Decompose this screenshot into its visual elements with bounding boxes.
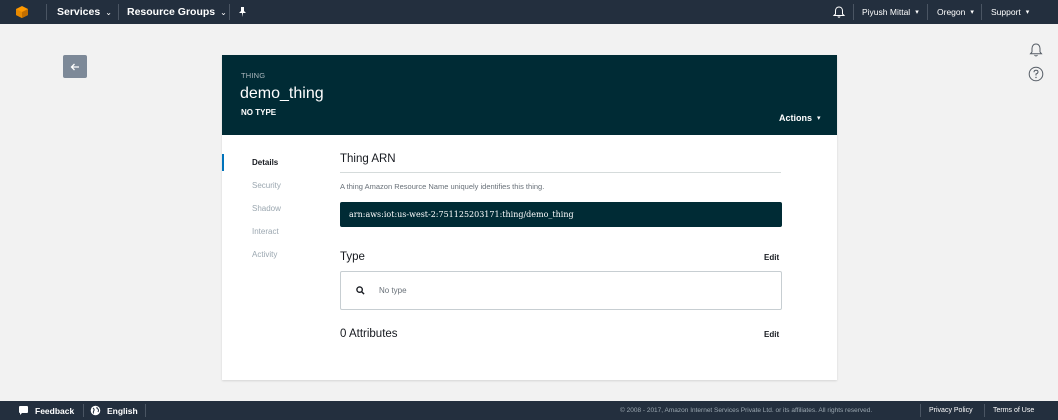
resource-groups-menu[interactable]: Resource Groups ⌄ [127,0,227,24]
arn-value-box[interactable]: arn:aws:iot:us-west-2:751125203171:thing… [340,202,782,227]
top-navigation-bar: Services ⌄ Resource Groups ⌄ Piyush Mitt… [0,0,1058,24]
chevron-down-icon: ⌄ [220,7,227,17]
user-menu[interactable]: Piyush Mittal ▾ [862,0,919,24]
chevron-down-icon: ⌄ [105,7,112,17]
footer-divider [83,404,84,417]
resource-groups-label: Resource Groups [127,6,216,18]
tab-label: Shadow [252,204,281,213]
back-button[interactable] [63,55,87,78]
services-label: Services [57,6,101,18]
thing-detail-card: THING demo_thing NO TYPE Actions ▾ Detai… [222,55,837,380]
services-menu[interactable]: Services ⌄ [57,0,112,24]
terms-of-use-link[interactable]: Terms of Use [993,401,1034,420]
actions-button[interactable]: Actions ▾ [779,113,821,123]
search-icon [356,286,365,295]
footer-divider [145,404,146,417]
bell-icon[interactable] [832,5,846,19]
chevron-down-icon: ▾ [970,9,974,16]
feedback-button[interactable]: Feedback [18,401,74,420]
nav-divider [853,4,854,20]
attributes-edit-link[interactable]: Edit [764,330,779,339]
attributes-section-title: 0 Attributes [340,328,398,340]
footer-divider [984,404,985,417]
user-label: Piyush Mittal [862,7,911,17]
chevron-down-icon: ▾ [1025,9,1030,16]
support-menu[interactable]: Support ▾ [991,0,1029,24]
tab-details[interactable]: Details [222,151,322,174]
arn-section-title: Thing ARN [340,153,396,165]
support-label: Support [991,7,1021,17]
type-field[interactable]: No type [340,271,782,310]
tab-label: Interact [252,227,279,236]
thing-type-label: NO TYPE [241,108,277,117]
tab-interact[interactable]: Interact [222,220,322,243]
type-value: No type [379,286,407,295]
bell-icon[interactable] [1029,42,1043,58]
tab-activity[interactable]: Activity [222,243,322,266]
nav-divider [981,4,982,20]
globe-icon [90,405,101,416]
help-icon[interactable] [1028,66,1044,82]
tab-label: Details [252,158,279,167]
chevron-down-icon: ▾ [817,115,821,122]
arrow-left-icon [70,63,79,70]
thing-header: THING demo_thing NO TYPE Actions ▾ [222,55,837,135]
tab-label: Security [252,181,281,190]
nav-divider [927,4,928,20]
region-menu[interactable]: Oregon ▾ [937,0,974,24]
type-section-title: Type [340,251,365,263]
privacy-policy-link[interactable]: Privacy Policy [929,401,973,420]
actions-label: Actions [779,113,813,123]
pin-icon[interactable] [238,0,247,24]
tab-security[interactable]: Security [222,174,322,197]
nav-divider [46,4,47,20]
arn-description: A thing Amazon Resource Name uniquely id… [340,182,545,191]
english-label: English [107,405,138,416]
resource-kind-label: THING [241,71,266,80]
language-button[interactable]: English [90,401,138,420]
detail-tabs: Details Security Shadow Interact Activit… [222,151,322,266]
page-title: demo_thing [240,85,324,102]
tab-shadow[interactable]: Shadow [222,197,322,220]
arn-value: arn:aws:iot:us-west-2:751125203171:thing… [349,210,574,219]
speech-bubble-icon [19,406,28,415]
tab-label: Activity [252,250,278,259]
type-edit-link[interactable]: Edit [764,253,779,262]
feedback-label: Feedback [35,405,75,416]
copyright-text: © 2008 - 2017, Amazon Internet Services … [620,407,873,414]
nav-divider [118,4,119,20]
footer-divider [920,404,921,417]
console-footer: Feedback English © 2008 - 2017, Amazon I… [0,401,1058,420]
nav-divider [229,4,230,20]
chevron-down-icon: ▾ [915,9,919,16]
aws-cube-icon[interactable] [8,4,36,20]
section-divider [340,172,781,173]
region-label: Oregon [937,7,966,17]
